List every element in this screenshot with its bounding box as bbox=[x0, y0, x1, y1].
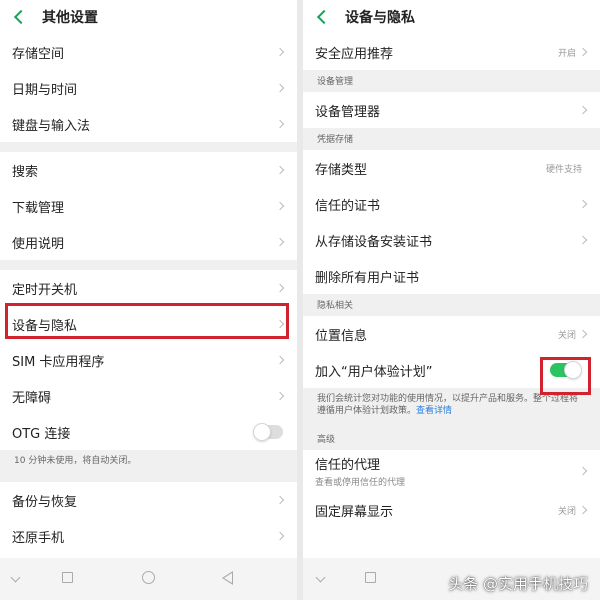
settings-item-device-manager[interactable]: 设备管理器 bbox=[303, 92, 600, 128]
chevron-right-icon bbox=[275, 495, 285, 505]
section-gap bbox=[0, 142, 297, 152]
item-label: 存储空间 bbox=[12, 46, 65, 62]
item-label: 日期与时间 bbox=[12, 82, 78, 98]
item-subtitle: 查看或停用信任的代理 bbox=[315, 478, 406, 488]
chevron-right-icon bbox=[578, 466, 588, 476]
chevron-right-icon bbox=[578, 199, 588, 209]
chevron-right-icon bbox=[578, 105, 588, 115]
nav-collapse-icon[interactable] bbox=[315, 572, 326, 583]
section-gap bbox=[0, 472, 297, 482]
item-label: 还原手机 bbox=[12, 530, 65, 546]
settings-item-storage[interactable]: 存储空间 bbox=[0, 34, 297, 70]
right-screen: 设备与隐私 安全应用推荐 开启 设备管理 设备管理器 凭据存储 存储类型 硬件支… bbox=[303, 0, 600, 600]
item-value: 开启 bbox=[557, 48, 576, 59]
item-label: 信任的证书 bbox=[315, 198, 381, 214]
highlight-box bbox=[5, 303, 289, 339]
chevron-right-icon bbox=[275, 47, 285, 57]
section-header-credentials: 凭据存储 bbox=[303, 128, 600, 150]
left-screen: 其他设置 存储空间 日期与时间 键盘与输入法 搜索 下载管理 使用说明 定时开关… bbox=[0, 0, 297, 600]
section-header-device: 设备管理 bbox=[303, 70, 600, 92]
settings-item-help[interactable]: 使用说明 bbox=[0, 224, 297, 260]
settings-item-search[interactable]: 搜索 bbox=[0, 152, 297, 188]
settings-item-safe-apps[interactable]: 安全应用推荐 开启 bbox=[303, 34, 600, 70]
chevron-right-icon bbox=[275, 391, 285, 401]
settings-item-screen-pinning[interactable]: 固定屏幕显示 关闭 bbox=[303, 492, 600, 528]
nav-recents-icon[interactable] bbox=[365, 572, 376, 583]
item-label: 信任的代理 bbox=[315, 458, 381, 473]
nav-back-icon[interactable] bbox=[222, 571, 233, 585]
settings-item-scheduled-power[interactable]: 定时开关机 bbox=[0, 270, 297, 306]
chevron-right-icon bbox=[578, 47, 588, 57]
item-label: 存储类型 bbox=[315, 162, 368, 178]
nav-collapse-icon[interactable] bbox=[10, 572, 21, 583]
item-value: 关闭 bbox=[557, 330, 576, 341]
section-header-advanced: 高级 bbox=[303, 428, 600, 450]
navigation-bar bbox=[0, 558, 297, 600]
chevron-right-icon bbox=[275, 83, 285, 93]
settings-item-storage-type: 存储类型 硬件支持 bbox=[303, 150, 600, 186]
item-label: 加入“用户体验计划” bbox=[315, 364, 433, 380]
item-label: 从存储设备安装证书 bbox=[315, 234, 433, 250]
nav-home-icon[interactable] bbox=[142, 571, 155, 584]
settings-item-accessibility[interactable]: 无障碍 bbox=[0, 378, 297, 414]
right-header: 设备与隐私 bbox=[303, 0, 600, 34]
item-label: 下载管理 bbox=[12, 200, 65, 216]
section-header-privacy: 隐私相关 bbox=[303, 294, 600, 316]
item-label: 删除所有用户证书 bbox=[315, 270, 420, 286]
settings-item-downloads[interactable]: 下载管理 bbox=[0, 188, 297, 224]
settings-item-backup[interactable]: 备份与恢复 bbox=[0, 482, 297, 518]
settings-item-trust-agents[interactable]: 信任的代理 查看或停用信任的代理 bbox=[303, 450, 600, 492]
item-label: 设备管理器 bbox=[315, 104, 381, 120]
item-label: 键盘与输入法 bbox=[12, 118, 91, 134]
item-label: SIM 卡应用程序 bbox=[12, 354, 105, 370]
settings-item-keyboard[interactable]: 键盘与输入法 bbox=[0, 106, 297, 142]
chevron-right-icon bbox=[578, 329, 588, 339]
chevron-right-icon bbox=[275, 237, 285, 247]
chevron-right-icon bbox=[275, 119, 285, 129]
nav-recents-icon[interactable] bbox=[62, 572, 73, 583]
chevron-right-icon bbox=[275, 283, 285, 293]
toggle-knob bbox=[253, 423, 271, 441]
item-value: 关闭 bbox=[557, 506, 576, 517]
settings-item-trusted-certs[interactable]: 信任的证书 bbox=[303, 186, 600, 222]
settings-item-delete-certs[interactable]: 删除所有用户证书 bbox=[303, 258, 600, 294]
section-gap bbox=[0, 260, 297, 270]
item-label: 固定屏幕显示 bbox=[315, 504, 394, 520]
chevron-right-icon bbox=[275, 531, 285, 541]
highlight-box bbox=[540, 357, 591, 395]
item-label: 无障碍 bbox=[12, 390, 52, 406]
chevron-right-icon bbox=[275, 165, 285, 175]
item-value: 硬件支持 bbox=[545, 164, 582, 175]
chevron-right-icon bbox=[275, 201, 285, 211]
settings-item-sim-apps[interactable]: SIM 卡应用程序 bbox=[0, 342, 297, 378]
settings-item-install-certs[interactable]: 从存储设备安装证书 bbox=[303, 222, 600, 258]
item-label: 安全应用推荐 bbox=[315, 46, 394, 62]
settings-item-location[interactable]: 位置信息 关闭 bbox=[303, 316, 600, 352]
settings-item-reset[interactable]: 还原手机 bbox=[0, 518, 297, 554]
watermark-text: 头条 @实用手机技巧 bbox=[448, 575, 588, 593]
item-label: 备份与恢复 bbox=[12, 494, 78, 510]
chevron-right-icon bbox=[578, 505, 588, 515]
back-arrow-icon[interactable] bbox=[316, 9, 332, 25]
settings-item-date-time[interactable]: 日期与时间 bbox=[0, 70, 297, 106]
left-header: 其他设置 bbox=[0, 0, 297, 34]
chevron-right-icon bbox=[578, 235, 588, 245]
settings-item-otg: OTG 连接 bbox=[0, 414, 297, 450]
item-label: OTG 连接 bbox=[12, 426, 71, 442]
item-label: 搜索 bbox=[12, 164, 39, 180]
item-text: 信任的代理 查看或停用信任的代理 bbox=[315, 454, 580, 488]
page-title: 其他设置 bbox=[42, 10, 98, 26]
back-arrow-icon[interactable] bbox=[13, 9, 29, 25]
otg-toggle[interactable] bbox=[253, 423, 283, 441]
view-details-link[interactable]: 查看详情 bbox=[416, 406, 452, 416]
otg-note: 10 分钟未使用，将自动关闭。 bbox=[0, 450, 297, 472]
chevron-right-icon bbox=[275, 355, 285, 365]
item-label: 定时开关机 bbox=[12, 282, 78, 298]
page-title: 设备与隐私 bbox=[345, 10, 415, 26]
item-label: 使用说明 bbox=[12, 236, 65, 252]
item-label: 位置信息 bbox=[315, 328, 368, 344]
